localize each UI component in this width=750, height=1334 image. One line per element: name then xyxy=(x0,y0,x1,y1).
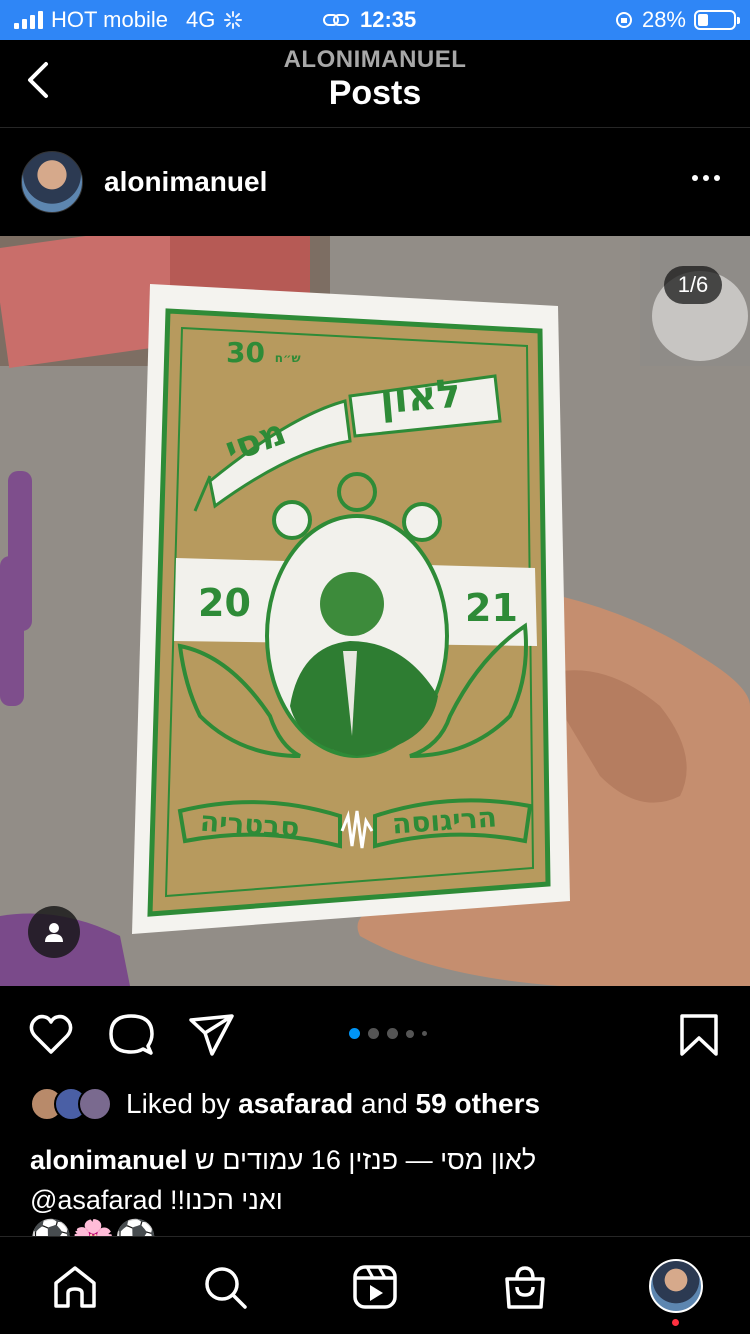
avatar xyxy=(78,1087,112,1121)
home-icon[interactable] xyxy=(51,1263,99,1311)
tab-bar xyxy=(0,1236,750,1334)
carousel-dot xyxy=(387,1028,398,1039)
carousel-dot xyxy=(406,1029,414,1038)
carrier-label: HOT mobile xyxy=(51,7,168,32)
person-icon xyxy=(45,923,63,942)
likes-user[interactable]: asafarad xyxy=(238,1088,353,1120)
caption-text-2: ואני הכנו!! xyxy=(170,1185,283,1215)
header-subtitle: ALONIMANUEL xyxy=(283,46,467,73)
liker-avatars xyxy=(30,1087,112,1121)
post-header: alonimanuel xyxy=(0,129,750,235)
card-price-value: 30 xyxy=(226,336,265,369)
carousel-dot-active xyxy=(349,1028,360,1039)
nav-header: ALONIMANUEL Posts xyxy=(0,40,750,128)
carousel-dot xyxy=(368,1028,379,1039)
tagged-people-button[interactable] xyxy=(28,906,80,958)
page-title: Posts xyxy=(328,74,422,112)
shopping-bag-icon[interactable] xyxy=(501,1263,549,1311)
reels-icon[interactable] xyxy=(351,1263,399,1311)
card-year-right: 21 xyxy=(465,586,518,630)
likes-others[interactable]: 59 others xyxy=(416,1088,541,1120)
caption-mention[interactable]: @asafarad xyxy=(30,1185,162,1215)
card-year-left: 20 xyxy=(198,581,251,625)
carousel-counter: 1/6 xyxy=(664,266,722,304)
activity-spinner-icon xyxy=(224,11,243,29)
carousel-dots xyxy=(349,1028,427,1039)
orientation-lock-icon xyxy=(615,12,632,28)
card-price: 30 ש״ח xyxy=(226,336,301,369)
search-icon[interactable] xyxy=(201,1263,249,1311)
card-name-top: לאון xyxy=(378,370,463,424)
signal-icon xyxy=(14,11,43,29)
battery-percent: 28% xyxy=(641,7,686,32)
post-image[interactable]: 30 ש״ח לאון מסי 20 21 סבטריה הריגוסה 1/6 xyxy=(0,236,750,986)
caption-emojis: ⚽🌸⚽ xyxy=(30,1218,157,1236)
post-photo-artwork xyxy=(0,236,750,986)
network-label: 4G xyxy=(185,7,216,32)
card-price-unit: ש״ח xyxy=(274,351,301,365)
clock: 12:35 xyxy=(360,7,417,32)
likes-prefix: Liked by xyxy=(126,1088,231,1119)
battery-icon xyxy=(694,10,740,30)
post-actions xyxy=(0,986,750,1080)
likes-middle: and xyxy=(361,1088,408,1119)
heart-icon[interactable] xyxy=(28,1012,74,1058)
profile-avatar[interactable] xyxy=(649,1259,703,1313)
status-bar: HOT mobile 4G 12:35 28% xyxy=(0,0,750,40)
comment-icon[interactable] xyxy=(108,1012,154,1058)
bookmark-icon[interactable] xyxy=(676,1012,722,1058)
more-horizontal-icon[interactable] xyxy=(692,175,720,181)
card-bottom-left: סבטריה xyxy=(198,804,301,845)
carousel-dot xyxy=(422,1031,427,1036)
avatar[interactable] xyxy=(21,151,83,213)
paper-plane-icon[interactable] xyxy=(188,1012,234,1058)
link-icon xyxy=(323,14,349,26)
caption-text: לאון מסי — פנזין 16 עמודים ש xyxy=(195,1145,537,1175)
caption-username[interactable]: alonimanuel xyxy=(30,1145,188,1175)
post-caption: alonimanuel לאון מסי — פנזין 16 עמודים ש… xyxy=(30,1140,720,1220)
likes-row[interactable]: Liked by asafarad and 59 others xyxy=(30,1082,540,1126)
notification-dot xyxy=(672,1319,679,1326)
post-username[interactable]: alonimanuel xyxy=(104,166,267,198)
